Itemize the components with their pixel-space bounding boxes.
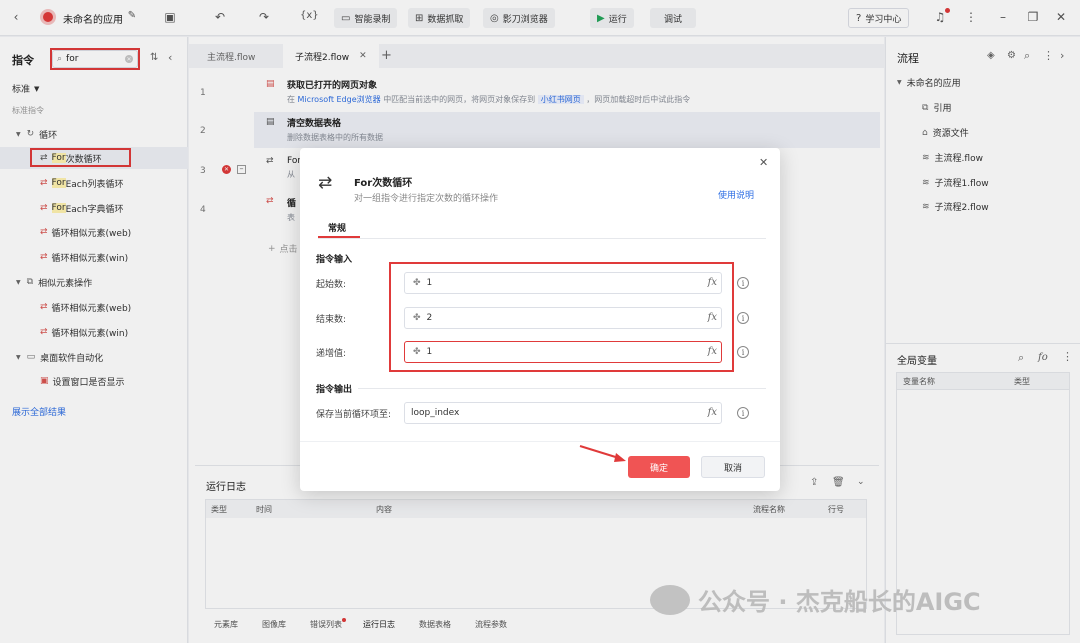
arrow-annotation [579, 445, 626, 462]
help-link[interactable]: 使用说明 [718, 188, 754, 201]
dialog-subtitle: 对一组指令进行指定次数的循环操作 [354, 194, 499, 204]
loop-index-output-input[interactable]: loop_index fx [404, 402, 722, 424]
divider [316, 388, 766, 389]
fx-icon[interactable]: fx [708, 407, 717, 418]
info-icon[interactable]: i [737, 277, 749, 289]
dialog-title: For次数循环 [354, 178, 413, 189]
divider [318, 238, 766, 239]
info-icon[interactable]: i [737, 312, 749, 324]
cancel-button[interactable]: 取消 [701, 456, 765, 478]
close-dialog-icon[interactable]: ✕ [759, 156, 768, 169]
input-highlight-box [389, 262, 734, 372]
info-icon[interactable]: i [737, 346, 749, 358]
confirm-button[interactable]: 确定 [628, 456, 690, 478]
info-icon[interactable]: i [737, 407, 749, 419]
tab-general[interactable]: 常规 [328, 221, 346, 234]
input-section-title: 指令输入 [316, 255, 353, 265]
for-loop-dialog: ✕ ⇄ For次数循环 对一组指令进行指定次数的循环操作 使用说明 常规 指令输… [300, 148, 780, 491]
loop-arrows-icon: ⇄ [318, 173, 333, 193]
divider [300, 441, 780, 442]
output-section-title: 指令输出 [316, 382, 359, 395]
